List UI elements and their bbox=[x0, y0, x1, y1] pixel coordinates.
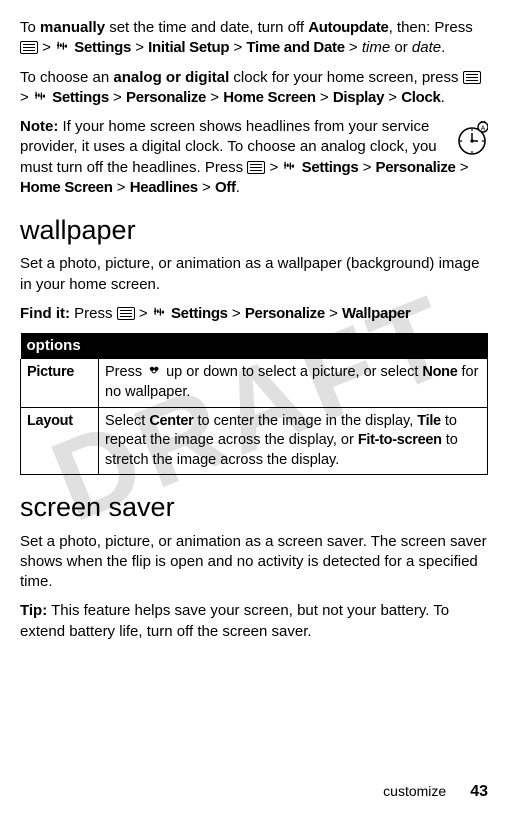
separator: > bbox=[345, 39, 362, 56]
text: . bbox=[236, 179, 240, 196]
svg-text:A: A bbox=[481, 126, 486, 133]
find-it-label: Find it: bbox=[20, 305, 70, 322]
label-autoupdate: Autoupdate bbox=[308, 19, 388, 36]
separator: > bbox=[265, 159, 282, 176]
label-personalize: Personalize bbox=[126, 89, 206, 106]
manual-time-para: To manually set the time and date, turn … bbox=[20, 18, 488, 59]
option-layout: Layout bbox=[27, 413, 73, 429]
text: or bbox=[390, 39, 412, 56]
text: To choose an bbox=[20, 69, 113, 86]
label-tile: Tile bbox=[417, 413, 441, 429]
footer-section: customize bbox=[383, 783, 446, 799]
label-none: None bbox=[422, 364, 457, 380]
label-settings: Settings bbox=[302, 159, 359, 176]
option-picture-desc: Press up or down to select a picture, or… bbox=[99, 359, 488, 407]
wallpaper-intro: Set a photo, picture, or animation as a … bbox=[20, 254, 488, 295]
separator: > bbox=[198, 179, 215, 196]
separator: > bbox=[456, 159, 469, 176]
label-wallpaper: Wallpaper bbox=[342, 305, 410, 322]
note-label: Note: bbox=[20, 118, 58, 135]
nav-key-icon bbox=[146, 365, 162, 377]
clock-feature-icon: A bbox=[456, 119, 488, 157]
option-picture: Picture bbox=[27, 364, 74, 380]
label-settings: Settings bbox=[74, 39, 131, 56]
label-home-screen: Home Screen bbox=[20, 179, 113, 196]
table-row: Picture Press up or down to select a pic… bbox=[21, 359, 488, 407]
separator: > bbox=[38, 39, 55, 56]
text-bold: manually bbox=[40, 19, 105, 36]
tip-label: Tip: bbox=[20, 602, 47, 619]
label-personalize: Personalize bbox=[245, 305, 325, 322]
label-headlines: Headlines bbox=[130, 179, 198, 196]
text: To bbox=[20, 19, 40, 36]
page-footer: customize 43 bbox=[383, 781, 488, 803]
label-display: Display bbox=[333, 89, 384, 106]
text: This feature helps save your screen, but… bbox=[20, 602, 449, 639]
text: Select bbox=[105, 413, 149, 429]
var-date: date bbox=[412, 39, 441, 56]
heading-wallpaper: wallpaper bbox=[20, 212, 488, 248]
text: up or down to select a picture, or selec… bbox=[162, 364, 422, 380]
label-center: Center bbox=[149, 413, 193, 429]
text: Press bbox=[70, 305, 117, 322]
text: . bbox=[441, 89, 445, 106]
separator: > bbox=[131, 39, 148, 56]
separator: > bbox=[109, 89, 126, 106]
separator: > bbox=[384, 89, 401, 106]
text: clock for your home screen, press bbox=[229, 69, 462, 86]
text: to center the image in the display, bbox=[193, 413, 417, 429]
text-bold: analog or digital bbox=[113, 69, 229, 86]
label-settings: Settings bbox=[52, 89, 109, 106]
options-table: options Picture Press up or down to sele… bbox=[20, 333, 488, 475]
table-row: Layout Select Center to center the image… bbox=[21, 407, 488, 475]
heading-screen-saver: screen saver bbox=[20, 489, 488, 525]
text: . bbox=[441, 39, 445, 56]
label-time-and-date: Time and Date bbox=[246, 39, 344, 56]
note-para: A Note: If your home screen shows headli… bbox=[20, 117, 488, 198]
separator: > bbox=[135, 305, 152, 322]
page-number: 43 bbox=[470, 783, 488, 800]
label-off: Off bbox=[215, 179, 236, 196]
options-header: options bbox=[21, 333, 488, 359]
separator: > bbox=[228, 305, 245, 322]
settings-icon bbox=[282, 160, 297, 174]
settings-icon bbox=[152, 306, 167, 320]
separator: > bbox=[113, 179, 130, 196]
separator: > bbox=[358, 159, 375, 176]
tip-para: Tip: This feature helps save your screen… bbox=[20, 601, 488, 642]
page-content: To manually set the time and date, turn … bbox=[20, 18, 488, 642]
label-personalize: Personalize bbox=[376, 159, 456, 176]
settings-icon bbox=[55, 40, 70, 54]
settings-icon bbox=[33, 90, 48, 104]
menu-key-icon bbox=[463, 71, 481, 84]
separator: > bbox=[325, 305, 342, 322]
label-clock: Clock bbox=[401, 89, 440, 106]
screensaver-intro: Set a photo, picture, or animation as a … bbox=[20, 532, 488, 593]
var-time: time bbox=[362, 39, 390, 56]
separator: > bbox=[206, 89, 223, 106]
label-fit-to-screen: Fit-to-screen bbox=[358, 432, 442, 448]
text: Press bbox=[105, 364, 146, 380]
label-settings: Settings bbox=[171, 305, 228, 322]
label-initial-setup: Initial Setup bbox=[148, 39, 229, 56]
find-it-para: Find it: Press > Settings > Personalize … bbox=[20, 304, 488, 324]
menu-key-icon bbox=[20, 41, 38, 54]
analog-digital-para: To choose an analog or digital clock for… bbox=[20, 68, 488, 109]
label-home-screen: Home Screen bbox=[223, 89, 316, 106]
text: set the time and date, turn off bbox=[105, 19, 308, 36]
menu-key-icon bbox=[117, 307, 135, 320]
text: , then: Press bbox=[389, 19, 473, 36]
separator: > bbox=[20, 89, 33, 106]
menu-key-icon bbox=[247, 161, 265, 174]
separator: > bbox=[229, 39, 246, 56]
separator: > bbox=[316, 89, 333, 106]
option-layout-desc: Select Center to center the image in the… bbox=[99, 407, 488, 475]
